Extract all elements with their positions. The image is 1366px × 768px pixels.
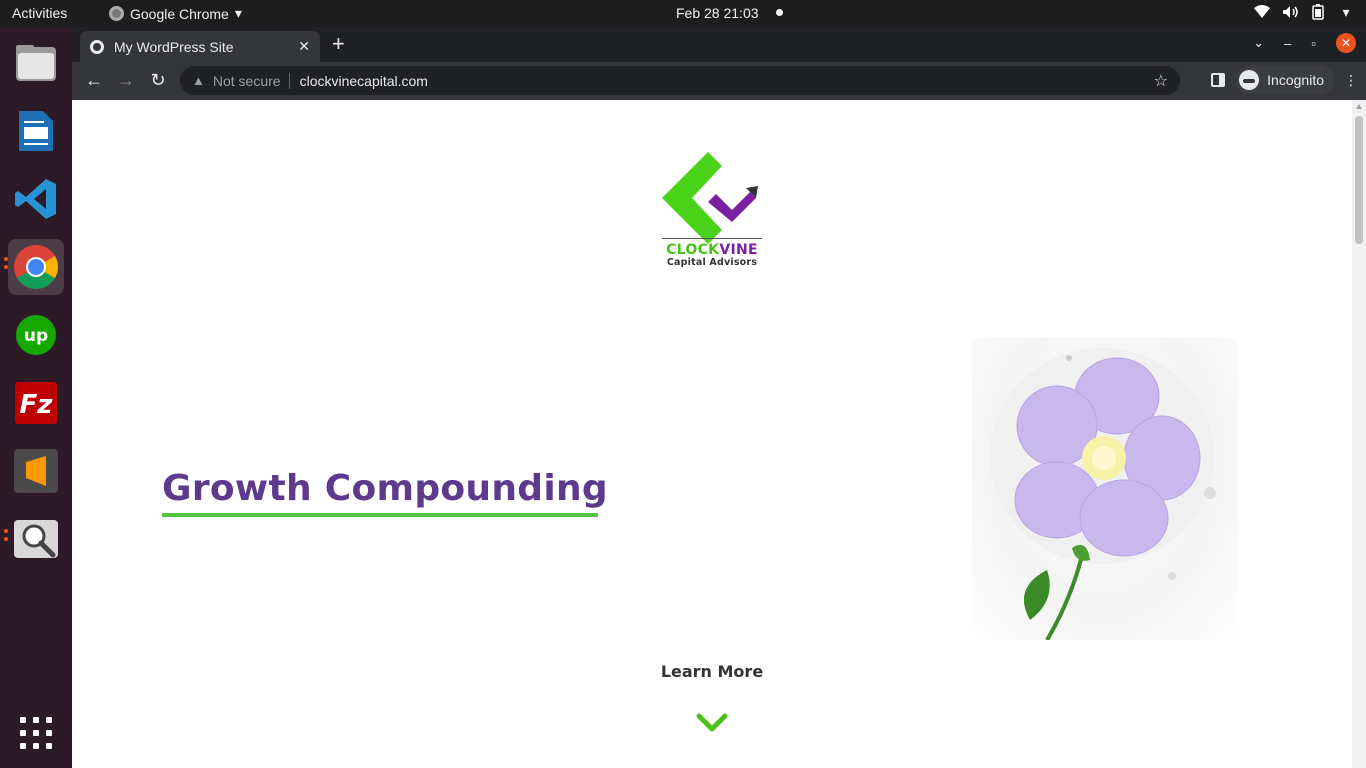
close-tab-icon[interactable]: ✕ [298,38,310,55]
image-viewer-icon[interactable] [8,511,64,567]
incognito-icon [1239,70,1260,90]
activities-button[interactable]: Activities [12,5,67,21]
page-scrollbar[interactable] [1352,100,1366,768]
site-logo[interactable]: CLOCKVINE Capital Advisors [662,152,762,287]
back-button[interactable]: ← [78,65,110,97]
system-tray[interactable]: ▾ [1254,4,1354,20]
forward-button[interactable]: → [110,65,142,97]
hero-headline: Growth Compounding [162,468,608,509]
incognito-label: Incognito [1267,72,1324,88]
browser-toolbar: ← → ↻ ▲ Not secure clockvinecapital.com … [72,62,1366,99]
close-window-button[interactable]: ✕ [1336,33,1356,53]
chevron-down-icon: ▾ [234,5,242,21]
logo-tagline: Capital Advisors [666,257,758,268]
filezilla-icon[interactable]: Fz [8,375,64,431]
wifi-icon[interactable] [1254,4,1270,20]
hero-flower-image [972,338,1237,642]
web-page: CLOCKVINE Capital Advisors Growth Compou… [72,100,1352,768]
battery-icon[interactable] [1310,4,1326,20]
clock[interactable]: Feb 28 21:03 [676,5,759,21]
tab-strip: My WordPress Site ✕ + ⌄ – ▫ ✕ [72,27,1366,62]
reload-button[interactable]: ↻ [142,65,174,97]
show-applications-icon[interactable] [20,717,52,749]
security-label[interactable]: Not secure [213,73,281,89]
divider [288,72,290,89]
app-menu-label: Google Chrome [130,5,229,22]
minimize-button[interactable]: – [1284,36,1291,51]
volume-icon[interactable] [1282,4,1298,20]
menu-kebab-icon[interactable]: ⋮ [1344,72,1358,89]
sublime-text-icon[interactable] [8,443,64,499]
chrome-app-icon [109,6,124,21]
logo-wordmark: CLOCKVINE [662,238,762,258]
incognito-badge[interactable]: Incognito [1235,66,1334,94]
headline-underline [162,513,598,517]
files-icon[interactable] [8,35,64,91]
tab-active[interactable]: My WordPress Site ✕ [80,31,320,62]
tab-search-chevron-icon[interactable]: ⌄ [1253,35,1264,51]
svg-text:up: up [24,326,48,346]
scroll-up-arrow-icon[interactable] [1356,104,1362,109]
chevron-down-icon[interactable] [696,712,728,734]
maximize-button[interactable]: ▫ [1311,36,1316,51]
dock: up Fz [0,27,72,768]
browser-window: My WordPress Site ✕ + ⌄ – ▫ ✕ ← → ↻ ▲ No… [72,27,1366,768]
scrollbar-thumb[interactable] [1355,116,1363,244]
system-top-bar: Activities Google Chrome ▾ Feb 28 21:03 … [0,0,1366,27]
clockvine-logo-icon [662,152,758,244]
libreoffice-writer-icon[interactable] [8,103,64,159]
new-tab-button[interactable]: + [332,33,345,55]
vscode-icon[interactable] [8,171,64,227]
app-menu[interactable]: Google Chrome ▾ [109,5,242,22]
learn-more-link[interactable]: Learn More [72,662,1352,681]
warning-icon[interactable]: ▲ [192,73,205,88]
notification-dot [776,9,783,16]
url-text[interactable]: clockvinecapital.com [300,73,1154,89]
svg-text:Fz: Fz [20,390,54,420]
toolbar-actions: Incognito ⋮ [1211,66,1358,94]
tab-title: My WordPress Site [114,38,234,55]
address-bar[interactable]: ▲ Not secure clockvinecapital.com ☆ [180,66,1180,95]
bookmark-star-icon[interactable]: ☆ [1154,71,1168,91]
upwork-icon[interactable]: up [8,307,64,363]
side-panel-icon[interactable] [1211,73,1226,87]
system-menu-chevron-icon[interactable]: ▾ [1338,4,1354,20]
globe-icon [90,39,104,54]
chrome-icon[interactable] [8,239,64,295]
window-controls: ⌄ – ▫ ✕ [1253,33,1366,53]
